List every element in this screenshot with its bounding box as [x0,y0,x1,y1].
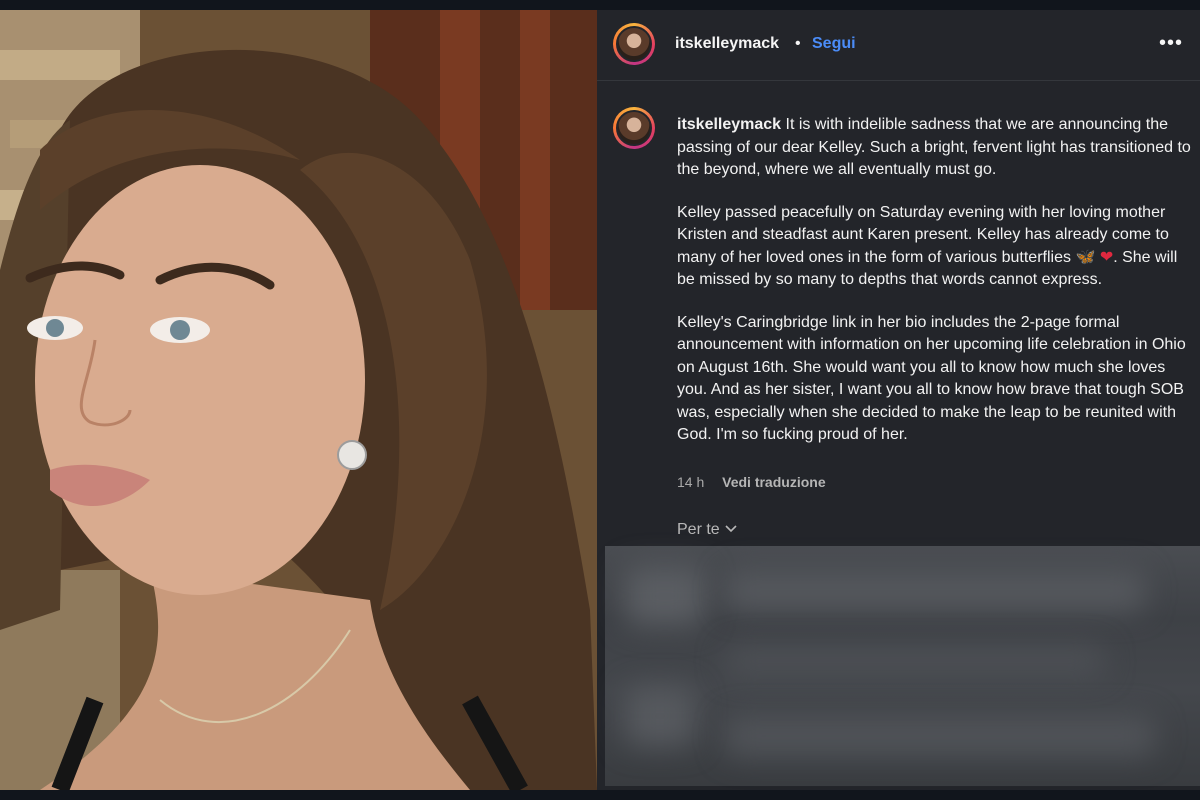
butterfly-icon: 🦋 [1075,248,1096,266]
chevron-down-icon [724,521,738,538]
avatar[interactable] [613,23,655,65]
caption-paragraph-3: Kelley's Caringbridge link in her bio in… [677,313,1186,444]
post-frame: itskelleymack • Segui ••• itskelleymack … [0,10,1200,790]
post-timestamp[interactable]: 14 h [677,474,704,490]
more-icon[interactable]: ••• [1159,32,1183,55]
post-photo[interactable] [0,10,597,790]
post-meta: 14 h Vedi traduzione [677,474,826,490]
portrait-image [0,10,597,790]
follow-button[interactable]: Segui [812,35,856,53]
heart-icon: ❤ [1099,248,1114,266]
caption-username[interactable]: itskelleymack [677,116,781,133]
blurred-comments-area [605,546,1200,786]
post-caption: itskelleymack It is with indelible sadne… [677,114,1192,467]
separator-dot: • [795,35,801,52]
for-you-dropdown[interactable]: Per te [677,521,738,539]
caption-paragraph-2: Kelley passed peacefully on Saturday eve… [677,203,1169,266]
post-side-panel: itskelleymack • Segui ••• itskelleymack … [597,10,1200,790]
for-you-label: Per te [677,521,720,538]
post-header: itskelleymack • Segui ••• [597,10,1200,81]
header-username[interactable]: itskelleymack [675,35,779,53]
caption-avatar[interactable] [613,107,655,149]
see-translation-link[interactable]: Vedi traduzione [722,474,825,490]
